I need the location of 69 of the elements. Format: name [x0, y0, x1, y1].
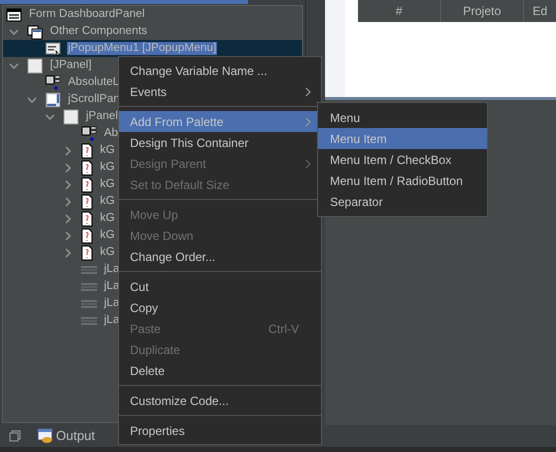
chevron-right-icon[interactable] [63, 230, 73, 240]
chevron-right-icon[interactable] [63, 162, 73, 172]
chevron-right-icon [305, 158, 311, 168]
tree-item[interactable]: kG [99, 195, 116, 208]
menu-item[interactable]: Menu Item / CheckBox [318, 149, 487, 170]
column-header[interactable]: Projeto [441, 0, 524, 22]
tree-item[interactable]: kG [99, 229, 116, 242]
chevron-down-icon[interactable] [45, 112, 55, 122]
stacked-windows-icon [27, 24, 43, 40]
chevron-right-icon[interactable] [63, 196, 73, 206]
tree-item[interactable]: kG [99, 246, 116, 259]
tree-item[interactable]: kG [99, 212, 116, 225]
tree-item[interactable]: jPanel [85, 110, 119, 123]
tree-item[interactable]: jScrollPan [67, 93, 121, 106]
menu-item[interactable]: Design This Container [119, 132, 321, 153]
chevron-down-icon[interactable] [9, 60, 19, 70]
chevron-right-icon [305, 86, 311, 96]
tree-item[interactable]: [JPanel] [49, 59, 93, 72]
menu-item[interactable]: Menu Item [318, 128, 487, 149]
label-icon [81, 298, 97, 308]
chevron-down-icon[interactable] [9, 26, 19, 36]
menu-item[interactable]: Delete [119, 360, 321, 381]
chevron-right-icon[interactable] [63, 180, 73, 190]
menu-item[interactable]: Menu [318, 107, 487, 128]
document-icon [81, 194, 93, 210]
panel-icon [63, 108, 79, 124]
console-icon [37, 428, 53, 444]
tree-item[interactable]: jPopupMenu1 [JPopupMenu] [67, 42, 218, 55]
tree-item[interactable]: Ab [103, 127, 120, 140]
tree-item[interactable]: Other Components [49, 25, 148, 38]
tree-item[interactable]: kG [99, 144, 116, 157]
document-icon [81, 228, 93, 244]
panel-icon [27, 58, 43, 74]
tree-item[interactable]: Form DashboardPanel [28, 8, 146, 21]
label-icon [81, 316, 97, 326]
menu-item[interactable]: Properties [119, 420, 321, 441]
menu-item[interactable]: Cut [119, 276, 321, 297]
column-header[interactable]: Ed [524, 0, 556, 22]
document-icon [81, 244, 93, 260]
document-icon [81, 176, 93, 192]
menu-item[interactable]: Change Variable Name ... [119, 60, 321, 81]
output-tab[interactable]: Output [35, 426, 98, 446]
menu-item[interactable]: Events [119, 81, 321, 102]
scroll-pane-icon [45, 92, 61, 108]
layout-icon [81, 126, 97, 142]
tree-item[interactable]: kG [99, 178, 116, 191]
label-icon [81, 282, 97, 292]
menu-item[interactable]: Customize Code... [119, 390, 321, 411]
document-icon [81, 210, 93, 226]
menu-item[interactable]: Separator [318, 191, 487, 212]
chevron-down-icon[interactable] [27, 94, 37, 104]
shortcut-text: Ctrl-V [268, 320, 299, 338]
chevron-right-icon[interactable] [63, 248, 73, 258]
chevron-right-icon[interactable] [63, 214, 73, 224]
menu-item[interactable]: Menu Item / RadioButton [318, 170, 487, 191]
label-icon [81, 264, 97, 274]
menu-item[interactable]: Copy [119, 297, 321, 318]
restore-icon [9, 430, 21, 442]
menu-item[interactable]: Change Order... [119, 246, 321, 267]
tree-item[interactable]: kG [99, 161, 116, 174]
document-icon [81, 142, 93, 158]
chevron-right-icon[interactable] [63, 146, 73, 156]
popup-menu-icon [45, 40, 61, 56]
column-header[interactable]: # [358, 0, 441, 22]
document-icon [81, 160, 93, 176]
layout-icon [45, 74, 61, 90]
chevron-right-icon [305, 116, 311, 126]
window-icon [6, 8, 22, 22]
tree-item[interactable]: AbsoluteL [67, 76, 120, 89]
